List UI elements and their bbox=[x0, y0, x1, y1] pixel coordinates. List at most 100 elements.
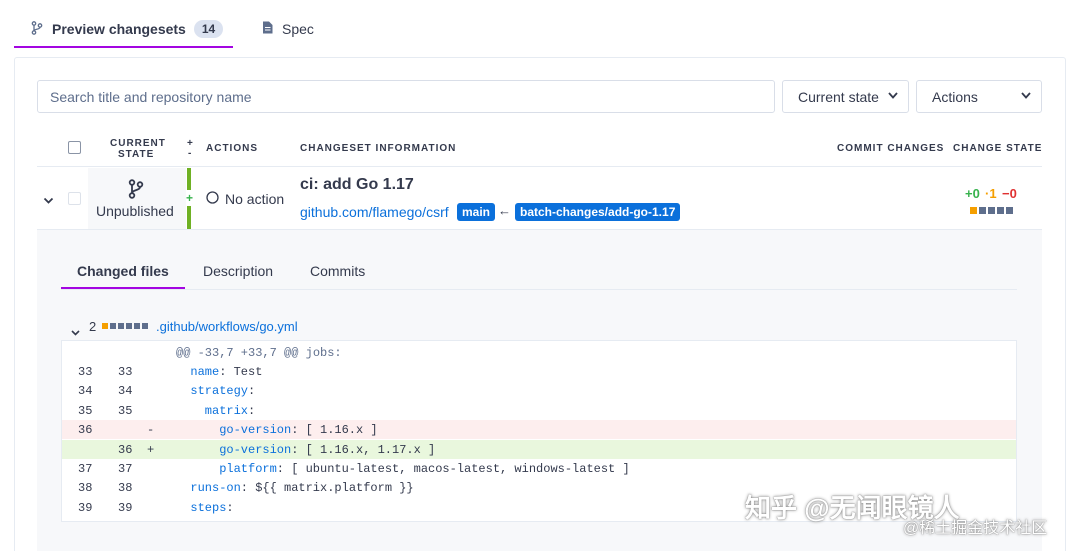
new-line-number: 38 bbox=[118, 481, 133, 496]
diff-added-count: +0 bbox=[965, 186, 980, 201]
old-line-number: 33 bbox=[78, 365, 93, 379]
subtab-description[interactable]: Description bbox=[203, 263, 273, 279]
actions-select-value: Actions bbox=[932, 88, 978, 105]
chevron-down-icon[interactable] bbox=[71, 323, 80, 339]
diffstat-square-neutral bbox=[988, 207, 995, 214]
diff-line: 35 35 matrix: bbox=[62, 401, 1016, 420]
hunk-text: @@ -33,7 +33,7 @@ jobs: bbox=[176, 346, 342, 360]
file-path-link[interactable]: .github/workflows/go.yml bbox=[156, 319, 298, 334]
file-change-count: 2 bbox=[89, 319, 97, 334]
header-change-state: CHANGE STATE bbox=[953, 143, 1043, 154]
diffstat-square-neutral bbox=[979, 207, 986, 214]
diff-line: 36 - go-version: [ 1.16.x ] bbox=[62, 420, 1016, 440]
yaml-key: platform bbox=[219, 462, 277, 476]
new-line-number: 39 bbox=[118, 500, 133, 515]
new-line-number: 35 bbox=[118, 403, 133, 418]
git-branch-icon bbox=[30, 20, 44, 38]
file-icon bbox=[260, 21, 274, 37]
chevron-down-icon bbox=[888, 91, 898, 102]
file-diffstat-changed bbox=[102, 323, 108, 329]
yaml-value: : [ ubuntu-latest, macos-latest, windows… bbox=[276, 462, 630, 476]
diff-deleted-count: −0 bbox=[1002, 186, 1017, 201]
search-input[interactable] bbox=[37, 80, 775, 113]
top-tab-bar: Preview changesets 14 Spec bbox=[0, 0, 1080, 48]
state-select[interactable]: Current state bbox=[782, 80, 909, 113]
base-branch-badge: main bbox=[457, 203, 496, 221]
diff-line: 33 33 name: Test bbox=[62, 362, 1016, 381]
yaml-key: go-version bbox=[219, 442, 292, 457]
header-changeset-info: CHANGESET INFORMATION bbox=[300, 143, 457, 154]
yaml-key: go-version bbox=[219, 423, 292, 438]
plus-marker: + bbox=[186, 191, 194, 205]
yaml-key: matrix bbox=[204, 403, 249, 418]
yaml-value: : bbox=[248, 384, 256, 399]
file-diffstat-neutral bbox=[118, 323, 124, 329]
subtab-active-indicator bbox=[61, 287, 185, 289]
diffstat-square-neutral bbox=[1006, 207, 1013, 214]
git-branch-icon bbox=[128, 179, 144, 202]
yaml-value: : ${{ matrix.platform }} bbox=[240, 481, 414, 496]
file-diffstat-neutral bbox=[126, 323, 132, 329]
diff-sign: + bbox=[147, 442, 155, 457]
file-diffstat-neutral bbox=[134, 323, 140, 329]
yaml-key: strategy bbox=[190, 384, 248, 399]
tab-preview-changesets[interactable]: Preview changesets 14 bbox=[14, 14, 233, 48]
row-checkbox[interactable] bbox=[68, 192, 81, 205]
new-line-number: 33 bbox=[118, 365, 133, 379]
new-line-number: 37 bbox=[118, 462, 133, 476]
chevron-down-icon[interactable] bbox=[43, 192, 54, 208]
old-line-number: 38 bbox=[78, 481, 93, 496]
yaml-key: name bbox=[190, 365, 220, 379]
changeset-title[interactable]: ci: add Go 1.17 bbox=[300, 176, 414, 194]
repo-link[interactable]: github.com/flamego/csrf bbox=[300, 204, 449, 220]
yaml-value: : bbox=[226, 500, 234, 515]
header-actions: ACTIONS bbox=[206, 143, 258, 154]
old-line-number: 34 bbox=[78, 384, 93, 399]
header-minus: - bbox=[188, 148, 193, 159]
added-bar bbox=[187, 206, 191, 229]
subtab-changed-files[interactable]: Changed files bbox=[77, 263, 169, 279]
watermark-juejin: @稀土掘金技术社区 bbox=[903, 520, 1048, 537]
yaml-value: : Test bbox=[219, 365, 263, 379]
diff-line: 37 37 platform: [ ubuntu-latest, macos-lat… bbox=[62, 459, 1016, 478]
subtab-divider bbox=[61, 289, 1017, 290]
old-line-number: 39 bbox=[78, 500, 93, 515]
state-cell: Unpublished bbox=[88, 168, 186, 229]
diff-hunk-header: @@ -33,7 +33,7 @@ jobs: bbox=[62, 343, 1016, 362]
tab-preview-label: Preview changesets bbox=[52, 21, 186, 37]
file-diffstat-neutral bbox=[142, 323, 148, 329]
yaml-value: : bbox=[248, 403, 256, 418]
header-commit-changes: COMMIT CHANGES bbox=[837, 143, 945, 154]
tab-spec-label: Spec bbox=[282, 21, 314, 37]
old-line-number: 37 bbox=[78, 462, 93, 476]
diff-sign: - bbox=[147, 423, 155, 438]
header-current-state-2: STATE bbox=[118, 149, 155, 160]
yaml-key: steps bbox=[190, 500, 227, 515]
tab-spec[interactable]: Spec bbox=[260, 14, 314, 44]
subtab-commits[interactable]: Commits bbox=[310, 263, 365, 279]
changeset-count-badge: 14 bbox=[193, 20, 224, 38]
yaml-key: runs-on bbox=[190, 481, 241, 496]
diffstat-square-changed bbox=[970, 207, 977, 214]
added-bar bbox=[187, 168, 191, 190]
old-line-number: 35 bbox=[78, 403, 93, 418]
diff-changed-count: ·1 bbox=[985, 186, 997, 201]
state-label: Unpublished bbox=[96, 203, 174, 219]
file-diffstat-neutral bbox=[110, 323, 116, 329]
chevron-down-icon bbox=[1021, 91, 1031, 102]
header-current-state-1: CURRENT bbox=[110, 138, 166, 149]
new-line-number: 36 bbox=[118, 442, 133, 457]
circle-icon bbox=[206, 191, 219, 207]
actions-select[interactable]: Actions bbox=[916, 80, 1042, 113]
select-all-checkbox[interactable] bbox=[68, 141, 81, 154]
state-select-value: Current state bbox=[798, 88, 879, 105]
yaml-value: : [ 1.16.x, 1.17.x ] bbox=[291, 442, 436, 457]
diff-line: 34 34 strategy: bbox=[62, 381, 1016, 400]
head-branch-badge: batch-changes/add-go-1.17 bbox=[515, 203, 681, 221]
diffstat-square-neutral bbox=[997, 207, 1004, 214]
arrow-left-icon: ← bbox=[498, 203, 511, 218]
header-divider bbox=[37, 166, 1042, 167]
action-label: No action bbox=[225, 191, 285, 207]
new-line-number: 34 bbox=[118, 384, 133, 399]
yaml-value: : [ 1.16.x ] bbox=[291, 423, 378, 438]
